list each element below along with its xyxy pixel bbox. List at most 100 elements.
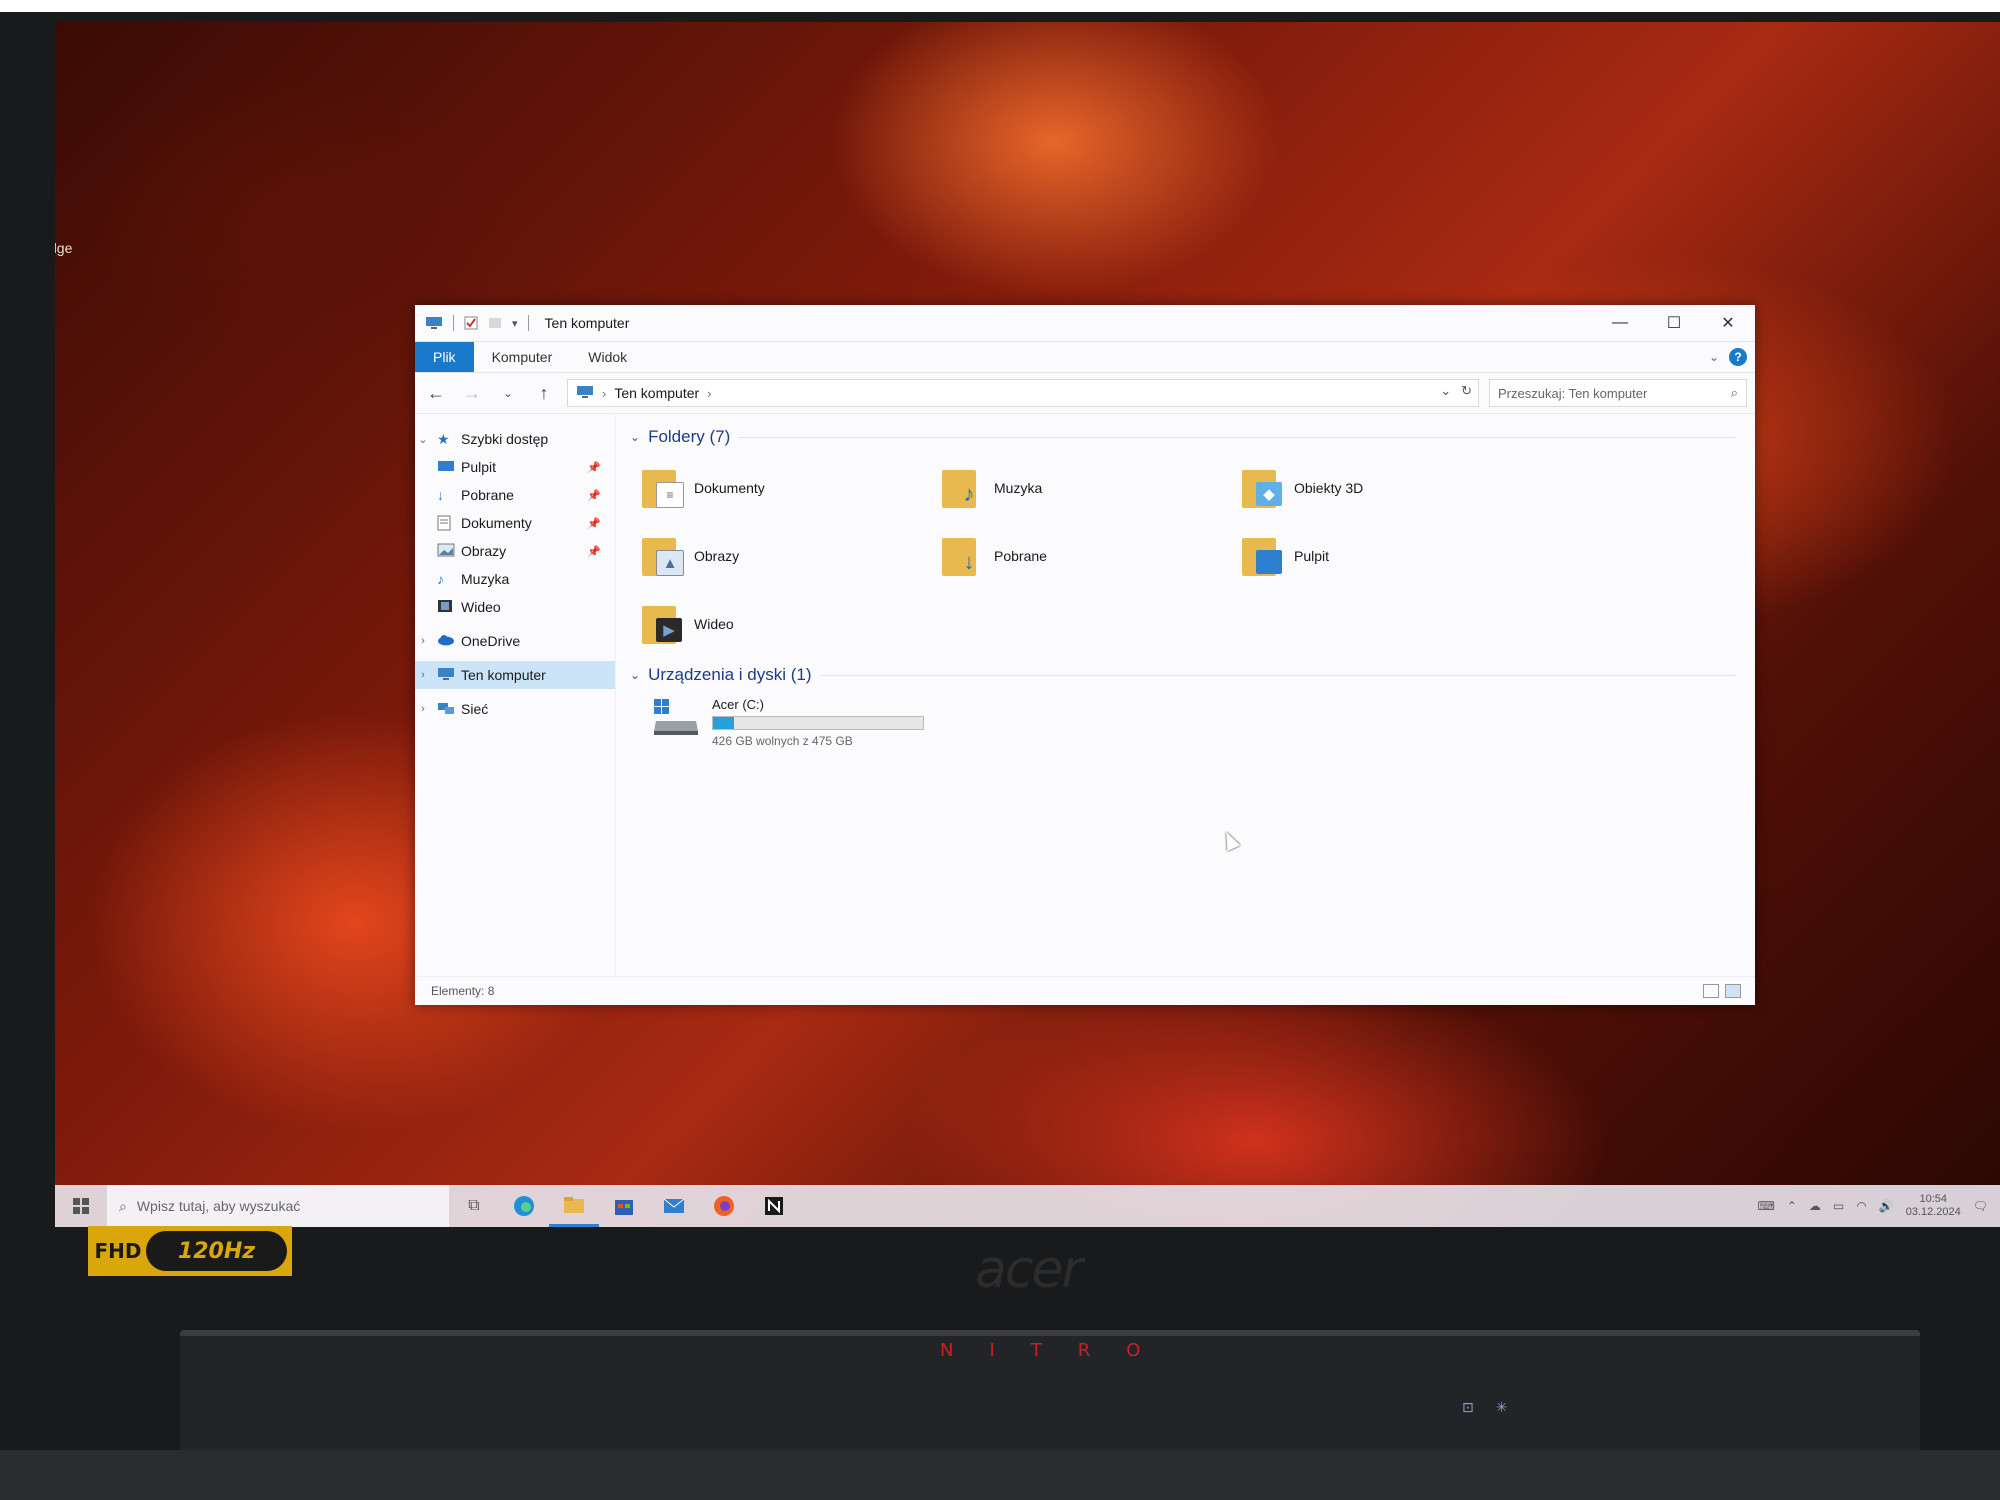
minimize-button[interactable]: —	[1593, 305, 1647, 341]
sidebar-item-desktop[interactable]: Pulpit 📌	[415, 453, 615, 481]
mail-icon[interactable]	[649, 1185, 699, 1227]
forward-arrow-icon[interactable]: →	[459, 383, 485, 404]
folders-group-title: Foldery (7)	[648, 427, 731, 446]
desktop: dge ▾ Ten komputer	[55, 22, 2000, 1227]
sidebar-item-videos[interactable]: Wideo	[415, 593, 615, 621]
folder-item-pictures[interactable]: ▲ Obrazy	[640, 527, 940, 585]
drive-item-c[interactable]: Acer (C:) 426 GB wolnych z 475 GB	[630, 689, 1755, 748]
folder-label: Obrazy	[694, 548, 740, 564]
nitro-logo: NITRO	[940, 1340, 1177, 1361]
documents-folder-icon: ≡	[640, 466, 684, 510]
sidebar-item-pictures[interactable]: Obrazy 📌	[415, 537, 615, 565]
file-explorer-taskbar-icon[interactable]	[549, 1185, 599, 1227]
folder-item-videos[interactable]: ▶ Wideo	[640, 595, 940, 653]
tab-file[interactable]: Plik	[415, 342, 474, 372]
details-view-icon[interactable]	[1703, 984, 1719, 998]
refresh-icon[interactable]: ↻	[1461, 383, 1472, 399]
battery-icon[interactable]: ▭	[1833, 1199, 1844, 1213]
breadcrumb-separator-icon[interactable]: ›	[707, 386, 711, 401]
notifications-icon[interactable]: 🗨	[1973, 1199, 1988, 1213]
clock-time: 10:54	[1919, 1193, 1947, 1205]
item-count: Elementy: 8	[431, 984, 495, 998]
folder-label: Dokumenty	[694, 480, 765, 496]
maximize-button[interactable]: ☐	[1647, 305, 1701, 341]
expand-chevron-icon[interactable]: ⌄	[415, 433, 431, 446]
collapse-chevron-icon[interactable]: ⌄	[630, 668, 640, 682]
taskbar: ⌕ Wpisz tutaj, aby wyszukać ⧉ ⌨ ⌃ ☁ ▭ ◠ …	[55, 1185, 2000, 1227]
laptop-photo: dge ▾ Ten komputer	[0, 0, 2000, 1500]
divider	[527, 315, 529, 331]
new-folder-icon[interactable]	[488, 316, 506, 330]
microsoft-store-icon[interactable]	[599, 1185, 649, 1227]
title-bar[interactable]: ▾ Ten komputer — ☐ ✕	[415, 305, 1755, 342]
quick-access-toolbar: ▾ Ten komputer	[415, 315, 629, 331]
nitrosense-icon[interactable]	[749, 1185, 799, 1227]
folder-label: Wideo	[694, 616, 734, 632]
clock-date: 03.12.2024	[1905, 1206, 1961, 1218]
recent-locations-chevron-icon[interactable]: ⌄	[495, 387, 521, 400]
task-view-icon[interactable]: ⧉	[449, 1185, 499, 1227]
show-hidden-icons-chevron-icon[interactable]: ⌃	[1787, 1199, 1797, 1213]
expand-chevron-icon[interactable]: ›	[415, 703, 431, 715]
up-arrow-icon[interactable]: ↑	[531, 383, 557, 404]
expand-chevron-icon[interactable]: ›	[415, 669, 431, 681]
back-arrow-icon[interactable]: ←	[423, 383, 449, 404]
properties-icon[interactable]	[464, 316, 482, 330]
sidebar-item-onedrive[interactable]: › OneDrive	[415, 627, 615, 655]
divider	[453, 315, 454, 331]
folder-item-desktop[interactable]: Pulpit	[1240, 527, 1540, 585]
sidebar-item-network[interactable]: › Sieć	[415, 695, 615, 723]
help-icon[interactable]: ?	[1729, 348, 1747, 366]
firefox-icon[interactable]	[699, 1185, 749, 1227]
window-controls: — ☐ ✕	[1593, 305, 1755, 341]
document-icon	[437, 515, 455, 531]
folder-item-3d-objects[interactable]: ◆ Obiekty 3D	[1240, 459, 1540, 517]
sidebar-item-music[interactable]: ♪ Muzyka	[415, 565, 615, 593]
search-input[interactable]: Przeszukaj: Ten komputer ⌕	[1489, 379, 1747, 407]
sidebar-item-label: OneDrive	[461, 633, 521, 649]
devices-group-header[interactable]: ⌄ Urządzenia i dyski (1)	[630, 661, 1755, 689]
volume-icon[interactable]: 🔊	[1879, 1199, 1894, 1213]
start-button[interactable]	[55, 1198, 107, 1214]
address-dropdown-chevron-icon[interactable]: ⌄	[1440, 383, 1451, 399]
keyboard-icon[interactable]: ⌨	[1758, 1199, 1775, 1213]
breadcrumb-location[interactable]: Ten komputer	[614, 385, 699, 401]
folder-item-documents[interactable]: ≡ Dokumenty	[640, 459, 940, 517]
folder-label: Pobrane	[994, 548, 1047, 564]
sidebar-item-this-pc[interactable]: › Ten komputer	[415, 661, 615, 689]
ribbon-right: ⌄ ?	[1709, 348, 1747, 366]
tab-view[interactable]: Widok	[570, 342, 645, 372]
folders-group-header[interactable]: ⌄ Foldery (7)	[630, 423, 1755, 451]
sidebar-item-documents[interactable]: Dokumenty 📌	[415, 509, 615, 537]
collapse-chevron-icon[interactable]: ⌄	[630, 430, 640, 444]
sidebar-item-downloads[interactable]: ↓ Pobrane 📌	[415, 481, 615, 509]
download-icon: ↓	[437, 487, 444, 503]
desktop-icon-edge-label[interactable]: dge	[55, 240, 72, 256]
close-button[interactable]: ✕	[1701, 305, 1755, 341]
wifi-icon[interactable]: ◠	[1856, 1199, 1866, 1213]
drive-usage-bar	[712, 716, 924, 730]
expand-ribbon-chevron-icon[interactable]: ⌄	[1709, 350, 1719, 364]
sidebar-item-label: Muzyka	[461, 571, 510, 587]
folder-item-downloads[interactable]: ↓ Pobrane	[940, 527, 1240, 585]
pin-icon: 📌	[587, 489, 601, 502]
star-icon: ★	[437, 431, 450, 447]
computer-icon	[437, 667, 455, 683]
computer-icon	[425, 316, 443, 330]
navigation-bar: ← → ⌄ ↑ › Ten komputer › ⌄ ↻ Przeszukaj:…	[415, 373, 1755, 414]
folder-item-music[interactable]: ♪ Muzyka	[940, 459, 1240, 517]
edge-browser-icon[interactable]	[499, 1185, 549, 1227]
refresh-rate-label: 120Hz	[146, 1231, 287, 1271]
tab-computer[interactable]: Komputer	[474, 342, 571, 372]
address-bar[interactable]: › Ten komputer › ⌄ ↻	[567, 379, 1479, 407]
clock[interactable]: 10:54 03.12.2024	[1906, 1193, 1961, 1219]
large-icons-view-icon[interactable]	[1725, 984, 1741, 998]
breadcrumb-separator-icon[interactable]: ›	[602, 386, 606, 401]
keyboard-deck	[0, 1450, 2000, 1500]
onedrive-tray-icon[interactable]: ☁	[1809, 1199, 1821, 1213]
customize-toolbar-chevron-icon[interactable]: ▾	[512, 317, 518, 330]
sidebar-item-label: Pulpit	[461, 459, 497, 475]
taskbar-search-box[interactable]: ⌕ Wpisz tutaj, aby wyszukać	[107, 1185, 449, 1227]
expand-chevron-icon[interactable]: ›	[415, 635, 431, 647]
sidebar-item-quick-access[interactable]: ⌄ ★ Szybki dostęp	[415, 425, 615, 453]
